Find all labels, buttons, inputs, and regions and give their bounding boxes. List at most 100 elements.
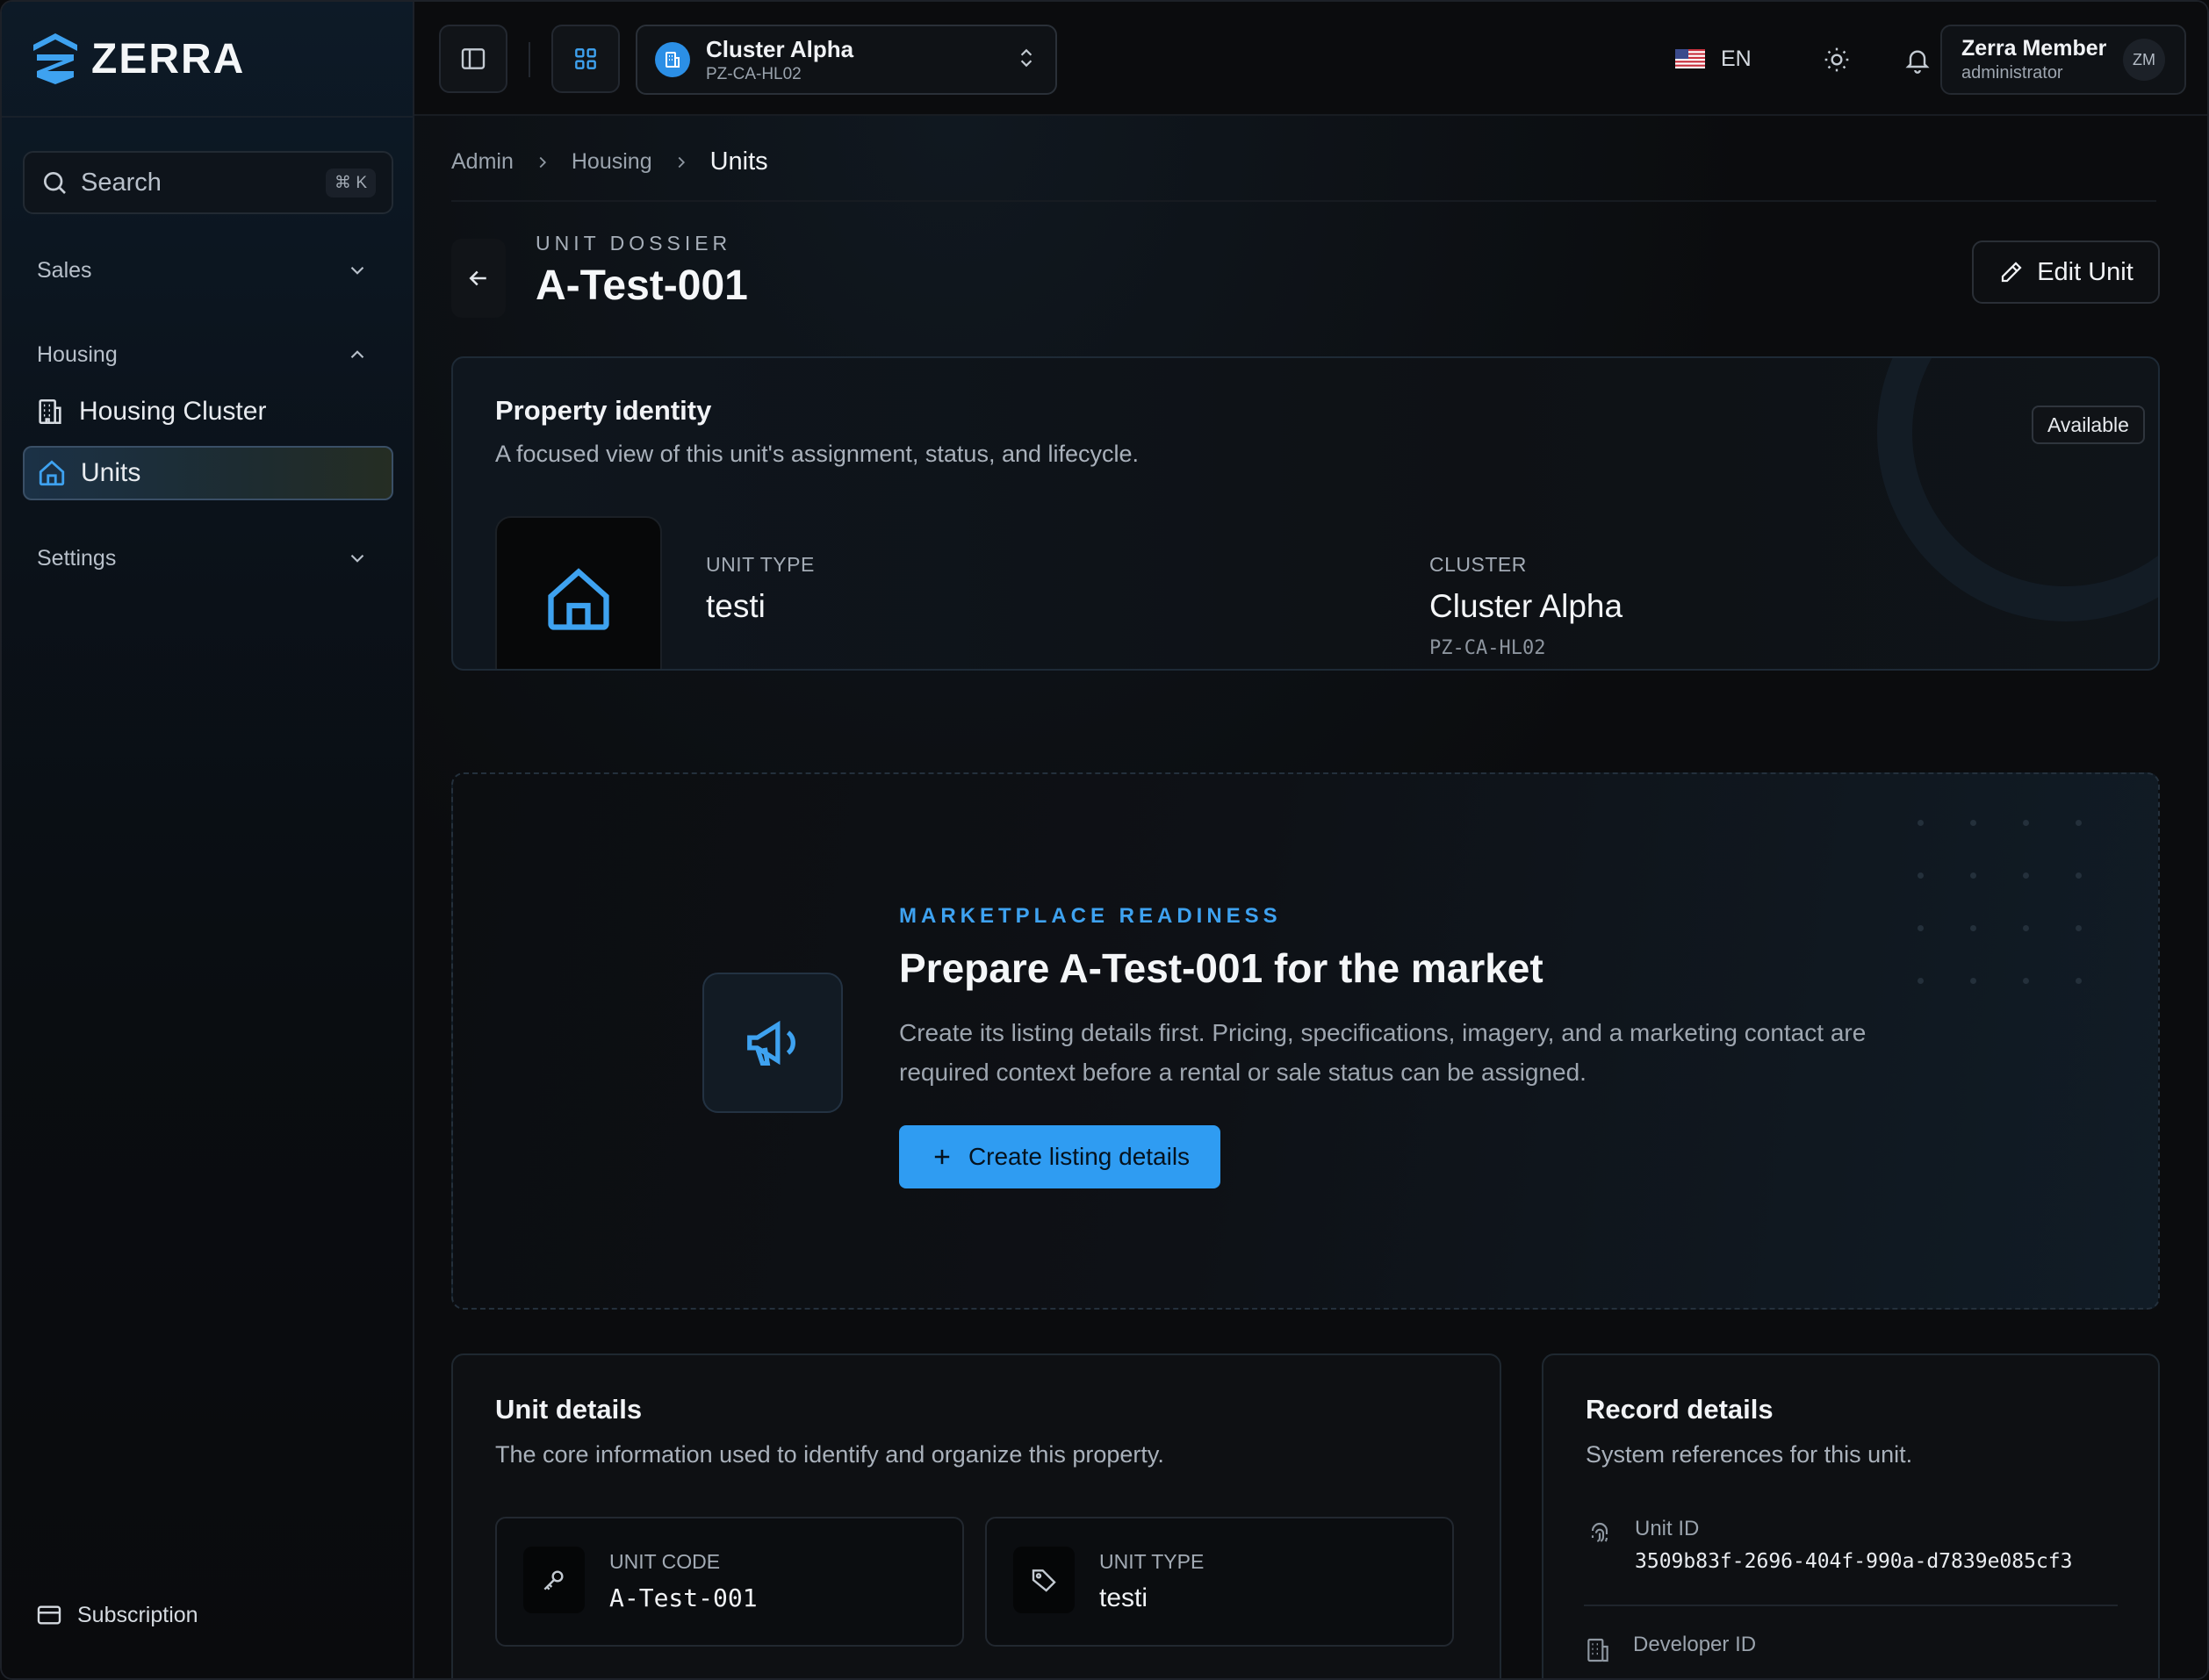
theme-toggle-button[interactable] xyxy=(1814,37,1860,83)
chevron-right-icon xyxy=(539,156,546,168)
field-value: A-Test-001 xyxy=(609,1583,758,1612)
cluster-code: PZ-CA-HL02 xyxy=(706,64,802,83)
developer-id-label: Developer ID xyxy=(1633,1633,1757,1656)
bell-icon xyxy=(1905,50,1930,74)
decorative-dots xyxy=(1918,820,2111,995)
logo[interactable]: ZERRA xyxy=(32,32,245,86)
create-listing-button[interactable]: Create listing details xyxy=(899,1125,1220,1188)
unit-details-card: Unit details The core information used t… xyxy=(451,1353,1501,1678)
page-title: A-Test-001 xyxy=(536,262,748,309)
pencil-icon xyxy=(2002,262,2022,283)
language-code: EN xyxy=(1721,46,1752,71)
sidebar-item-label: Units xyxy=(81,458,141,487)
main-content: Admin Housing Units UNIT DOSSIER A-Test-… xyxy=(414,116,2207,1678)
search-icon xyxy=(44,172,66,194)
unit-code-field: UNIT CODE A-Test-001 xyxy=(495,1517,964,1647)
edit-unit-button[interactable]: Edit Unit xyxy=(1972,241,2160,304)
sidebar-item-label: Housing Cluster xyxy=(79,397,267,426)
megaphone-icon xyxy=(747,1020,795,1066)
card-title: Property identity xyxy=(495,395,712,426)
status-badge: Available xyxy=(2032,406,2145,444)
card-title: Unit details xyxy=(495,1394,643,1425)
field-icon-tile xyxy=(523,1547,585,1613)
record-details-card: Record details System references for thi… xyxy=(1542,1353,2160,1678)
credit-card-icon xyxy=(37,1605,61,1625)
subscription-label: Subscription xyxy=(77,1602,198,1627)
nav-section-housing[interactable]: Housing xyxy=(23,328,383,381)
cluster-avatar xyxy=(655,42,690,77)
breadcrumb-housing[interactable]: Housing xyxy=(572,149,652,175)
avatar: ZM xyxy=(2123,39,2165,81)
marketplace-eyebrow: MARKETPLACE READINESS xyxy=(899,904,1282,928)
unit-id-label: Unit ID xyxy=(1635,1517,1700,1540)
nav-section-label: Settings xyxy=(37,545,117,571)
nav-section-sales[interactable]: Sales xyxy=(23,244,383,297)
create-listing-label: Create listing details xyxy=(968,1143,1191,1170)
sidebar-divider xyxy=(2,116,414,118)
fingerprint-icon xyxy=(1591,1523,1608,1543)
sidebar: ZERRA Search ⌘ K Sales Housing Housing C… xyxy=(2,2,414,1678)
breadcrumb-units: Units xyxy=(709,147,768,176)
marketplace-description: Create its listing details first. Pricin… xyxy=(899,1019,1867,1086)
subscription-link[interactable]: Subscription xyxy=(35,1601,198,1629)
property-identity-card: Property identity A focused view of this… xyxy=(451,356,2160,671)
unit-icon-tile xyxy=(495,516,662,669)
page-eyebrow: UNIT DOSSIER xyxy=(536,232,732,255)
chevrons-up-down-icon xyxy=(1020,48,1033,67)
logo-text: ZERRA xyxy=(91,35,246,83)
marketplace-readiness-card: MARKETPLACE READINESS Prepare A-Test-001… xyxy=(451,772,2160,1310)
marketplace-title: Prepare A-Test-001 for the market xyxy=(899,945,1543,991)
grid-icon xyxy=(575,48,596,69)
plus-icon xyxy=(934,1149,950,1165)
nav-section-settings[interactable]: Settings xyxy=(23,532,383,585)
card-title: Record details xyxy=(1586,1394,1774,1425)
sun-icon xyxy=(1824,47,1849,72)
unit-type-value: testi xyxy=(706,588,766,624)
field-icon-tile xyxy=(1013,1547,1075,1613)
arrow-left-icon xyxy=(469,270,486,286)
apps-grid-button[interactable] xyxy=(551,25,620,93)
edit-unit-label: Edit Unit xyxy=(2037,257,2133,286)
sidebar-item-units[interactable]: Units xyxy=(23,446,393,500)
key-icon xyxy=(543,1570,564,1590)
cluster-code: PZ-CA-HL02 xyxy=(1429,637,1546,659)
zerra-logo-icon xyxy=(33,33,77,84)
field-label: UNIT TYPE xyxy=(1099,1550,1205,1573)
cluster-selector[interactable]: Cluster Alpha PZ-CA-HL02 xyxy=(636,25,1057,95)
notifications-button[interactable] xyxy=(1895,37,1940,83)
back-button[interactable] xyxy=(451,239,506,318)
breadcrumb-admin[interactable]: Admin xyxy=(451,149,514,175)
user-menu[interactable]: Zerra Member administrator ZM xyxy=(1940,25,2186,95)
home-icon xyxy=(548,568,609,630)
field-label: UNIT CODE xyxy=(609,1550,721,1573)
marketing-icon-tile xyxy=(702,973,843,1113)
cluster-name: Cluster Alpha xyxy=(706,35,854,62)
tag-icon xyxy=(1032,1569,1056,1592)
field-value: testi xyxy=(1099,1583,1148,1612)
unit-type-field: UNIT TYPE testi xyxy=(985,1517,1454,1647)
toggle-sidebar-button[interactable] xyxy=(439,25,507,93)
app-window: ZERRA Search ⌘ K Sales Housing Housing C… xyxy=(0,0,2209,1680)
breadcrumb-divider xyxy=(451,200,2156,202)
unit-type-label: UNIT TYPE xyxy=(706,553,815,576)
card-subtitle: System references for this unit. xyxy=(1586,1441,1913,1468)
search-placeholder: Search xyxy=(81,168,162,197)
unit-id-row: Unit ID 3509b83f-2696-404f-990a-d7839e08… xyxy=(1586,1517,2073,1573)
unit-id-value: 3509b83f-2696-404f-990a-d7839e085cf3 xyxy=(1635,1550,2073,1573)
search-input[interactable]: Search ⌘ K xyxy=(23,151,393,214)
decorative-ring xyxy=(1877,358,2158,621)
user-role: administrator xyxy=(1961,63,2063,83)
topbar-divider xyxy=(529,42,530,77)
nav-section-label: Sales xyxy=(37,257,92,283)
language-selector[interactable]: EN xyxy=(1675,37,1752,81)
home-icon xyxy=(39,460,65,486)
topbar: Cluster Alpha PZ-CA-HL02 EN Zerra Member xyxy=(414,2,2207,116)
chevron-right-icon xyxy=(678,156,685,168)
sidebar-item-housing-cluster[interactable]: Housing Cluster xyxy=(23,384,393,439)
breadcrumb: Admin Housing Units xyxy=(451,147,768,176)
card-subtitle: A focused view of this unit's assignment… xyxy=(495,441,1140,467)
sidebar-panel-icon xyxy=(461,48,486,69)
cluster-value: Cluster Alpha xyxy=(1429,588,1623,624)
cluster-label: CLUSTER xyxy=(1429,553,1527,576)
card-subtitle: The core information used to identify an… xyxy=(495,1441,1164,1468)
